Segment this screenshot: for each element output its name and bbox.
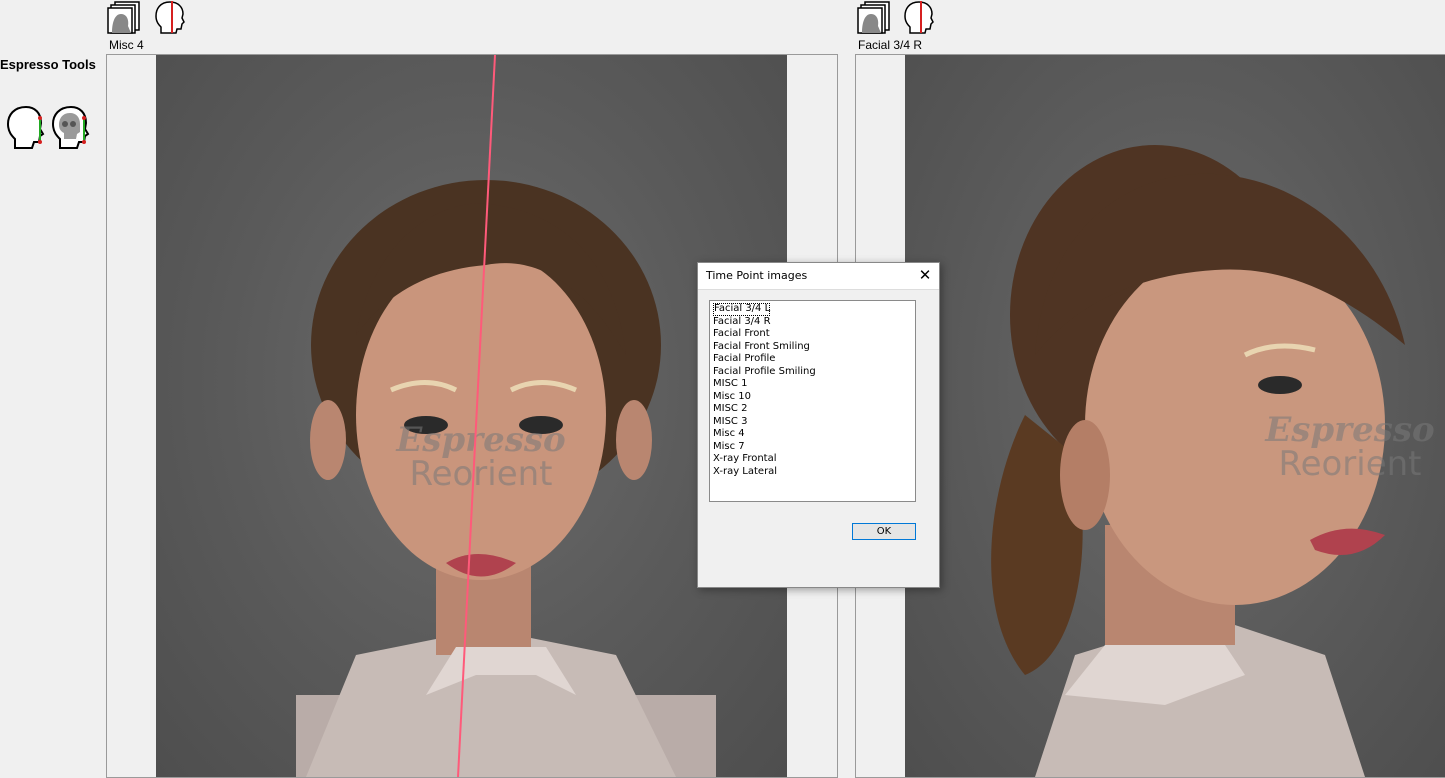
- list-item[interactable]: Facial Profile: [712, 353, 913, 366]
- image-stack-button[interactable]: [106, 0, 142, 36]
- head-midline-icon: [155, 1, 185, 34]
- list-item[interactable]: Facial Profile Smiling: [712, 366, 913, 379]
- soft-tissue-profile-tool-button[interactable]: [6, 104, 48, 150]
- facial-midline[interactable]: [457, 55, 496, 777]
- list-item[interactable]: MISC 2: [712, 403, 913, 416]
- watermark-line2: Reorient: [1278, 444, 1422, 481]
- list-item-label: Misc 10: [713, 390, 752, 402]
- list-item-label: Facial Front: [713, 328, 770, 339]
- list-item-label: Facial Front Smiling: [713, 340, 810, 352]
- list-item-label: Facial 3/4 R: [713, 315, 771, 327]
- list-item-label: Facial 3/4 L: [713, 303, 771, 316]
- panel-label: Facial 3/4 R: [858, 38, 923, 52]
- list-item[interactable]: Misc 7: [712, 441, 913, 454]
- list-item[interactable]: X-ray Frontal: [712, 453, 913, 466]
- list-item-label: MISC 1: [713, 378, 748, 389]
- image-viewport[interactable]: Espresso Reorient: [156, 55, 787, 777]
- list-item[interactable]: Facial 3/4 L: [712, 303, 913, 316]
- midline-tool-button[interactable]: [901, 0, 937, 36]
- time-point-listbox[interactable]: Facial 3/4 L Facial 3/4 R Facial Front Faci…: [709, 300, 916, 502]
- list-item[interactable]: Misc 4: [712, 428, 913, 441]
- list-item[interactable]: MISC 1: [712, 378, 913, 391]
- skull-profile-tool-button[interactable]: [51, 104, 93, 150]
- watermark: Espresso Reorient: [1245, 413, 1445, 481]
- ok-button[interactable]: OK: [852, 523, 916, 540]
- list-item-label: X-ray Lateral: [713, 465, 778, 477]
- image-stack-icon: [857, 1, 890, 34]
- time-point-images-dialog: Time Point images ✕ Facial 3/4 L Facial 3…: [697, 262, 940, 588]
- image-viewport[interactable]: Espresso Reorient: [905, 55, 1445, 777]
- list-item-label: Facial Profile Smiling: [713, 365, 816, 377]
- list-item[interactable]: Facial Front: [712, 328, 913, 341]
- image-stack-icon: [107, 1, 140, 34]
- dialog-title: Time Point images: [706, 269, 808, 282]
- close-icon[interactable]: ✕: [911, 263, 939, 289]
- watermark-line1: Espresso: [1265, 413, 1435, 450]
- list-item[interactable]: X-ray Lateral: [712, 466, 913, 479]
- midline-tool-button[interactable]: [152, 0, 188, 36]
- list-item[interactable]: Facial Front Smiling: [712, 341, 913, 354]
- skull-profile-icon: [51, 105, 90, 149]
- list-item[interactable]: Facial 3/4 R: [712, 316, 913, 329]
- midline-overlay[interactable]: [156, 55, 787, 777]
- list-item-label: X-ray Frontal: [713, 453, 777, 464]
- list-item-label: MISC 2: [713, 403, 748, 414]
- head-midline-icon: [904, 1, 934, 34]
- list-item[interactable]: Misc 10: [712, 391, 913, 404]
- image-stack-button[interactable]: [856, 0, 892, 36]
- list-item-label: MISC 3: [713, 415, 748, 427]
- head-profile-icon: [6, 105, 45, 149]
- dialog-titlebar[interactable]: Time Point images ✕: [698, 263, 939, 290]
- list-item[interactable]: MISC 3: [712, 416, 913, 429]
- list-item-label: Misc 4: [713, 428, 745, 439]
- list-item-label: Facial Profile: [713, 353, 776, 364]
- panel-label: Misc 4: [109, 38, 144, 52]
- tools-title: Espresso Tools: [0, 57, 96, 72]
- list-item-label: Misc 7: [713, 440, 745, 452]
- image-panel-facial-3-4-r[interactable]: Espresso Reorient: [855, 54, 1445, 778]
